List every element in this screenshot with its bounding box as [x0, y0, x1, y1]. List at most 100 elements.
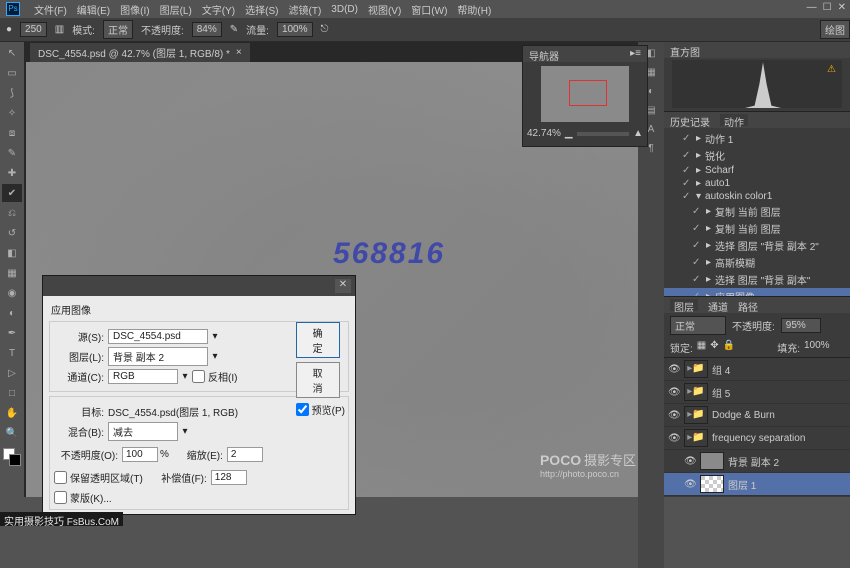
pen-tool-icon[interactable]: ✒ — [2, 324, 22, 342]
action-item[interactable]: ✓▸高斯模糊 — [664, 254, 850, 271]
menu-window[interactable]: 窗口(W) — [411, 2, 447, 17]
dialog-close-icon[interactable]: ✕ — [335, 279, 351, 293]
menu-edit[interactable]: 编辑(E) — [77, 2, 110, 17]
navigator-thumb[interactable] — [541, 66, 629, 122]
marquee-tool-icon[interactable]: ▭ — [2, 64, 22, 82]
brush-options-icon[interactable]: ▥ — [55, 24, 64, 35]
document-tab[interactable]: DSC_4554.psd @ 42.7% (图层 1, RGB/8) * × — [30, 43, 250, 62]
dropdown-icon[interactable]: ▾ — [180, 426, 190, 437]
paragraph-panel-icon[interactable]: ¶ — [648, 143, 653, 154]
type-tool-icon[interactable]: T — [2, 344, 22, 362]
lock-position-icon[interactable]: ✥ — [710, 340, 718, 355]
layer-row[interactable]: 👁背景 副本 — [664, 496, 850, 497]
maximize-icon[interactable]: ☐ — [823, 2, 832, 13]
menu-select[interactable]: 选择(S) — [245, 2, 278, 17]
dropdown-icon[interactable]: ▾ — [180, 371, 190, 382]
source-select[interactable]: DSC_4554.psd — [108, 329, 208, 344]
eyedropper-tool-icon[interactable]: ✎ — [2, 144, 22, 162]
hand-tool-icon[interactable]: ✋ — [2, 404, 22, 422]
lasso-tool-icon[interactable]: ⟆ — [2, 84, 22, 102]
navigator-viewport[interactable] — [569, 80, 607, 106]
blend-mode-select[interactable]: 正常 — [670, 316, 726, 335]
zoom-tool-icon[interactable]: 🔍 — [2, 424, 22, 442]
fill-value[interactable]: 100% — [804, 340, 844, 355]
move-tool-icon[interactable]: ↖ — [2, 44, 22, 62]
panel-menu-icon[interactable]: ▸≡ — [630, 48, 641, 60]
action-item[interactable]: ✓▸应用图像 — [664, 288, 850, 297]
workspace-select[interactable]: 绘图 — [820, 20, 850, 39]
actions-tab[interactable]: 动作 — [720, 114, 748, 126]
action-item[interactable]: ✓▾autoskin color1 — [664, 190, 850, 203]
stamp-tool-icon[interactable]: ⎌ — [2, 204, 22, 222]
menu-layer[interactable]: 图层(L) — [160, 2, 192, 17]
paths-tab[interactable]: 路径 — [738, 299, 758, 311]
brush-tool-icon[interactable]: ✔ — [2, 184, 22, 202]
action-item[interactable]: ✓▸动作 1 — [664, 130, 850, 147]
dropdown-icon[interactable]: ▾ — [210, 331, 220, 342]
zoom-in-icon[interactable]: ▲ — [633, 128, 643, 139]
navigator-zoom[interactable]: 42.74% — [527, 128, 561, 139]
action-item[interactable]: ✓▸锐化 — [664, 147, 850, 164]
action-item[interactable]: ✓▸选择 图层 "背景 副本 2" — [664, 237, 850, 254]
layer-select[interactable]: 背景 副本 2 — [108, 347, 208, 366]
minimize-icon[interactable]: — — [807, 2, 817, 13]
menu-3d[interactable]: 3D(D) — [331, 4, 358, 15]
layer-row[interactable]: 👁▸📁组 5 — [664, 381, 850, 404]
channel-select[interactable]: RGB — [108, 369, 178, 384]
layer-row[interactable]: 👁▸📁frequency separation — [664, 427, 850, 450]
menu-view[interactable]: 视图(V) — [368, 2, 401, 17]
layers-tab[interactable]: 图层 — [670, 299, 698, 311]
menu-file[interactable]: 文件(F) — [34, 2, 67, 17]
path-tool-icon[interactable]: ▷ — [2, 364, 22, 382]
dlg-opacity-input[interactable]: 100 — [122, 447, 158, 462]
history-tab[interactable]: 历史记录 — [670, 114, 710, 126]
visibility-icon[interactable]: 👁 — [668, 433, 680, 444]
gradient-tool-icon[interactable]: ▦ — [2, 264, 22, 282]
visibility-icon[interactable]: 👁 — [684, 479, 696, 490]
scale-input[interactable]: 2 — [227, 447, 263, 462]
blend-select[interactable]: 减去 — [108, 422, 178, 441]
preserve-checkbox[interactable]: 保留透明区域(T) — [54, 467, 143, 488]
mask-checkbox[interactable]: 蒙版(K)... — [54, 490, 344, 505]
history-brush-tool-icon[interactable]: ↺ — [2, 224, 22, 242]
shape-tool-icon[interactable]: □ — [2, 384, 22, 402]
action-item[interactable]: ✓▸复制 当前 图层 — [664, 220, 850, 237]
adjustments-panel-icon[interactable]: ◐ — [648, 86, 654, 97]
zoom-out-icon[interactable]: ▁ — [565, 128, 573, 139]
brush-preview-icon[interactable]: ● — [6, 24, 12, 35]
dialog-titlebar[interactable]: ✕ — [43, 276, 355, 296]
tab-close-icon[interactable]: × — [236, 47, 242, 58]
brush-size[interactable]: 250 — [20, 22, 47, 37]
offset-input[interactable]: 128 — [211, 470, 247, 485]
airbrush-icon[interactable]: ⎋ — [321, 24, 329, 35]
visibility-icon[interactable]: 👁 — [668, 410, 680, 421]
layer-row[interactable]: 👁▸📁组 4 — [664, 358, 850, 381]
character-panel-icon[interactable]: A — [648, 124, 655, 135]
invert-checkbox[interactable]: 反相(I) — [192, 369, 242, 384]
dropdown-icon[interactable]: ▾ — [210, 351, 220, 362]
warning-icon[interactable]: ⚠ — [827, 64, 836, 75]
ok-button[interactable]: 确定 — [296, 322, 340, 358]
lock-all-icon[interactable]: 🔒 — [723, 340, 735, 355]
flow-value[interactable]: 100% — [277, 22, 313, 37]
menu-type[interactable]: 文字(Y) — [202, 2, 235, 17]
action-item[interactable]: ✓▸auto1 — [664, 177, 850, 190]
menu-help[interactable]: 帮助(H) — [457, 2, 491, 17]
blur-tool-icon[interactable]: ◉ — [2, 284, 22, 302]
visibility-icon[interactable]: 👁 — [684, 456, 696, 467]
layer-row[interactable]: 👁▸📁Dodge & Burn — [664, 404, 850, 427]
zoom-slider[interactable] — [577, 132, 629, 136]
healing-tool-icon[interactable]: ✚ — [2, 164, 22, 182]
action-item[interactable]: ✓▸Scharf — [664, 164, 850, 177]
channels-tab[interactable]: 通道 — [708, 299, 728, 311]
tablet-pressure-icon[interactable]: ✎ — [230, 24, 238, 35]
action-item[interactable]: ✓▸复制 当前 图层 — [664, 203, 850, 220]
layer-row[interactable]: 👁背景 副本 2 — [664, 450, 850, 473]
menu-filter[interactable]: 滤镜(T) — [289, 2, 322, 17]
preview-checkbox[interactable]: 预览(P) — [296, 402, 345, 417]
visibility-icon[interactable]: 👁 — [668, 364, 680, 375]
action-item[interactable]: ✓▸选择 图层 "背景 副本" — [664, 271, 850, 288]
layer-opacity-value[interactable]: 95% — [781, 318, 821, 333]
close-icon[interactable]: ✕ — [838, 2, 846, 13]
cancel-button[interactable]: 取消 — [296, 362, 340, 398]
